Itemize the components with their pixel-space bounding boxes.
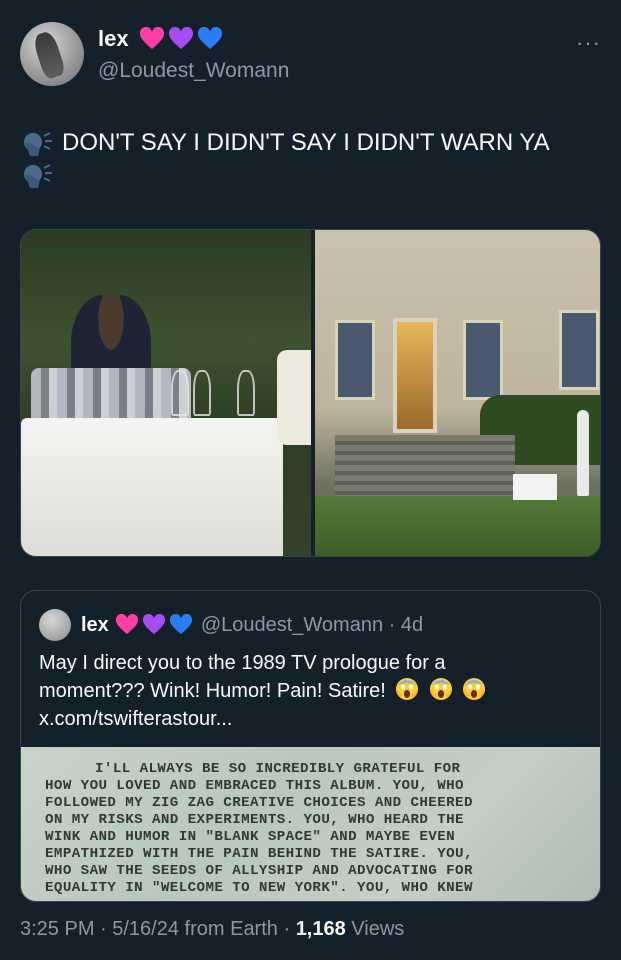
speaking-head-icon bbox=[20, 160, 54, 190]
author-names: lex @Loudest_Womann bbox=[98, 26, 289, 83]
author-display-name[interactable]: lex bbox=[98, 26, 289, 52]
typed-line: EQUALITY IN "WELCOME TO NEW YORK". YOU, … bbox=[45, 880, 473, 896]
purple-heart-icon bbox=[142, 614, 166, 636]
speaking-head-icon bbox=[20, 128, 54, 158]
tweet-text-line: DON'T SAY I DIDN'T SAY I DIDN'T WARN YA bbox=[62, 129, 550, 156]
purple-heart-icon bbox=[168, 27, 194, 51]
quoted-tweet-text: May I direct you to the 1989 TV prologue… bbox=[39, 649, 579, 733]
blue-heart-icon bbox=[197, 27, 223, 51]
author-avatar[interactable] bbox=[20, 22, 84, 86]
typed-line: ON MY RISKS AND EXPERIMENTS. YOU, WHO HE… bbox=[45, 812, 464, 828]
quoted-tweet-header: lex @Loudest_Womann · 4d bbox=[39, 609, 423, 641]
typed-line: FOLLOWED MY ZIG ZAG CREATIVE CHOICES AND… bbox=[45, 795, 473, 811]
tweet-header: lex @Loudest_Womann ··· bbox=[20, 22, 601, 88]
tweet-footer: 3:25 PM · 5/16/24 from Earth · 1,168 Vie… bbox=[20, 918, 404, 941]
typed-line: HOW YOU LOVED AND EMBRACED THIS ALBUM. Y… bbox=[45, 778, 464, 794]
quoted-display-name[interactable]: lex bbox=[81, 614, 109, 637]
screaming-face-icon bbox=[395, 677, 419, 701]
screaming-face-icon bbox=[429, 677, 453, 701]
photo-dinner-table[interactable] bbox=[21, 230, 311, 556]
quoted-text-line: moment??? Wink! Humor! Pain! Satire! bbox=[39, 680, 386, 702]
pink-heart-icon bbox=[139, 27, 165, 51]
typed-line: EMPATHIZED WITH THE PAIN BEHIND THE SATI… bbox=[45, 846, 473, 862]
views-label: Views bbox=[345, 918, 405, 940]
typed-line: I'LL ALWAYS BE SO INCREDIBLY GRATEFUL FO… bbox=[95, 761, 461, 777]
screaming-face-icon bbox=[462, 677, 486, 701]
typed-line: WHO SAW THE SEEDS OF ALLYSHIP AND ADVOCA… bbox=[45, 863, 473, 879]
display-name-text[interactable]: lex bbox=[98, 26, 129, 52]
typed-line: WINK AND HUMOR IN "BLANK SPACE" AND MAYB… bbox=[45, 829, 456, 845]
more-options-icon[interactable]: ··· bbox=[576, 30, 601, 56]
quoted-tweet[interactable]: lex @Loudest_Womann · 4d May I direct yo… bbox=[20, 590, 601, 902]
quoted-author-avatar[interactable] bbox=[39, 609, 71, 641]
quoted-link[interactable]: x.com/tswifterastour... bbox=[39, 705, 579, 733]
photo-villa-staircase[interactable] bbox=[315, 230, 600, 556]
views-count: 1,168 bbox=[295, 918, 346, 940]
author-handle[interactable]: @Loudest_Womann bbox=[98, 59, 289, 83]
blue-heart-icon bbox=[169, 614, 193, 636]
quoted-text-line: May I direct you to the 1989 TV prologue… bbox=[39, 652, 446, 674]
tweet-text: DON'T SAY I DIDN'T SAY I DIDN'T WARN YA bbox=[20, 126, 600, 190]
quoted-handle-time[interactable]: @Loudest_Womann · 4d bbox=[201, 614, 423, 637]
tweet-media[interactable] bbox=[20, 229, 601, 557]
timestamp[interactable]: 3:25 PM · 5/16/24 from Earth · bbox=[20, 918, 296, 940]
quoted-image-typed-letter[interactable]: I'LL ALWAYS BE SO INCREDIBLY GRATEFUL FO… bbox=[21, 747, 600, 901]
pink-heart-icon bbox=[115, 614, 139, 636]
